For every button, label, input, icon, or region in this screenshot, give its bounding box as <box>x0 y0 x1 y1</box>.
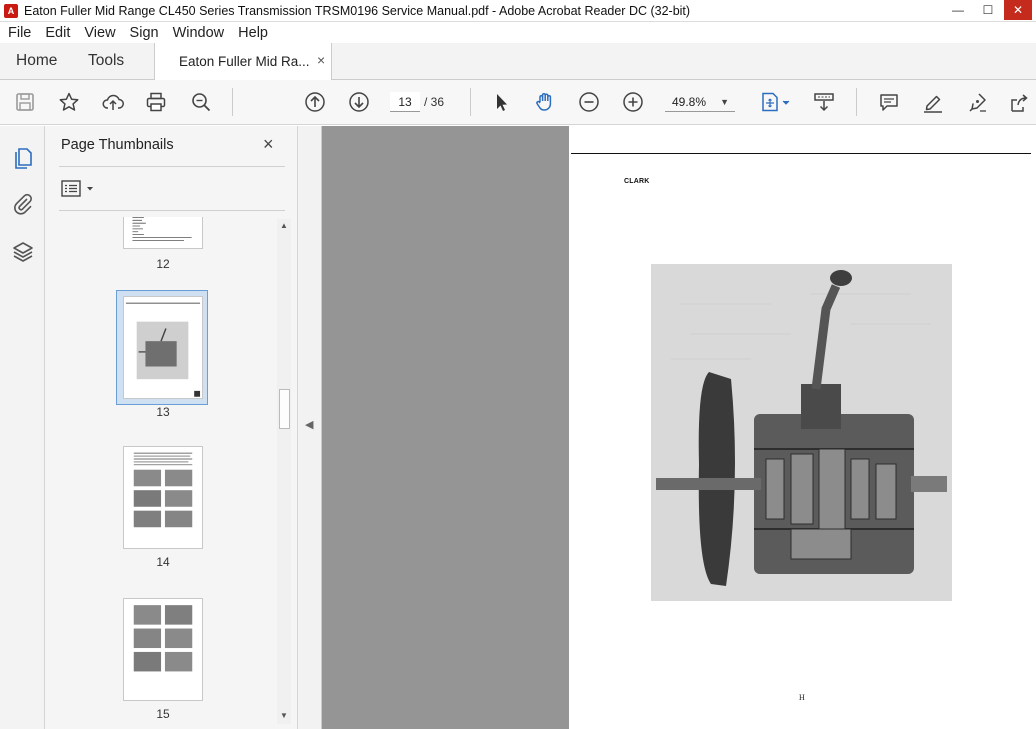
zoom-level-select[interactable]: 49.8% ▼ <box>665 92 735 112</box>
collapse-panel-arrow-icon[interactable]: ◀ <box>305 418 313 431</box>
zoom-level-value: 49.8% <box>672 95 707 109</box>
bookmark-star-icon[interactable] <box>57 90 81 114</box>
page-thumbnail-15[interactable] <box>123 598 203 701</box>
menu-sign[interactable]: Sign <box>130 25 159 41</box>
hand-tool-icon[interactable] <box>533 90 557 114</box>
page-number-input[interactable]: 13 <box>390 92 420 112</box>
menu-help[interactable]: Help <box>238 25 268 41</box>
page-total-label: / 36 <box>424 95 445 109</box>
page-thumbnails-panel: Page Thumbnails × 12 13 14 15 ▲ ▼ <box>45 126 298 729</box>
page-up-icon[interactable] <box>303 90 327 114</box>
menu-edit[interactable]: Edit <box>45 25 70 41</box>
panel-splitter[interactable]: ◀ <box>298 126 322 729</box>
zoom-in-icon[interactable] <box>621 90 645 114</box>
pdf-page-13: CLARK H <box>569 126 1036 729</box>
page-thumbnails-icon[interactable] <box>11 146 35 170</box>
tab-document-label: Eaton Fuller Mid Ra... <box>179 54 310 69</box>
page-thumbnail-14[interactable] <box>123 446 203 549</box>
tab-close-button[interactable]: × <box>317 52 325 68</box>
toolbar-divider <box>856 88 857 116</box>
chevron-down-icon: ▼ <box>720 97 729 107</box>
save-icon[interactable] <box>13 90 37 114</box>
acrobat-app-icon: A <box>4 3 18 18</box>
scroll-down-arrow-icon[interactable]: ▼ <box>277 711 291 723</box>
upload-cloud-icon[interactable] <box>101 90 125 114</box>
navigation-rail <box>0 126 45 729</box>
scroll-mode-icon[interactable] <box>812 90 836 114</box>
tab-home[interactable]: Home <box>16 52 57 70</box>
scroll-up-arrow-icon[interactable]: ▲ <box>277 221 291 233</box>
main-toolbar: 13 / 36 49.8% ▼ <box>0 80 1036 125</box>
scrollbar-thumb[interactable] <box>279 389 290 429</box>
document-view[interactable]: CLARK H <box>322 126 1036 729</box>
comment-icon[interactable] <box>877 90 901 114</box>
thumbnail-list: 12 13 14 15 <box>45 217 277 729</box>
minimize-button[interactable]: — <box>944 0 972 20</box>
tab-tools[interactable]: Tools <box>88 52 124 70</box>
zoom-search-icon[interactable] <box>189 90 213 114</box>
page-footer-mark: H <box>799 693 805 702</box>
thumbnail-label-12: 12 <box>156 257 170 271</box>
brand-label: CLARK <box>624 178 650 185</box>
thumbnail-label-13: 13 <box>156 405 170 419</box>
print-icon[interactable] <box>144 90 168 114</box>
page-thumbnail-13[interactable] <box>123 296 203 399</box>
menu-file[interactable]: File <box>8 25 31 41</box>
thumbnail-options-button[interactable] <box>61 179 101 199</box>
thumbnail-label-14: 14 <box>156 555 170 569</box>
share-icon[interactable] <box>1007 90 1031 114</box>
menu-window[interactable]: Window <box>173 25 225 41</box>
attachments-paperclip-icon[interactable] <box>11 192 35 216</box>
transmission-cutaway-photo <box>651 264 952 601</box>
sign-pen-icon[interactable] <box>965 90 989 114</box>
toolbar-divider <box>470 88 471 116</box>
menu-view[interactable]: View <box>84 25 115 41</box>
title-bar: A Eaton Fuller Mid Range CL450 Series Tr… <box>0 0 1036 22</box>
toolbar-divider <box>232 88 233 116</box>
highlight-pen-icon[interactable] <box>921 90 945 114</box>
page-thumbnail-12[interactable] <box>123 217 203 249</box>
thumbnail-label-15: 15 <box>156 707 170 721</box>
menu-bar: File Edit View Sign Window Help <box>0 22 1036 43</box>
tab-bar: Home Tools Eaton Fuller Mid Ra... × <box>0 43 1036 80</box>
select-cursor-icon[interactable] <box>489 90 513 114</box>
close-window-button[interactable]: ✕ <box>1004 0 1032 20</box>
zoom-out-icon[interactable] <box>577 90 601 114</box>
panel-close-button[interactable]: × <box>263 134 274 155</box>
tab-document[interactable]: Eaton Fuller Mid Ra... × <box>154 43 332 80</box>
panel-title: Page Thumbnails <box>61 137 174 153</box>
page-down-icon[interactable] <box>347 90 371 114</box>
maximize-button[interactable]: ☐ <box>974 0 1002 20</box>
panel-divider <box>59 166 285 167</box>
panel-divider <box>59 210 285 211</box>
layers-icon[interactable] <box>11 240 35 264</box>
window-title: Eaton Fuller Mid Range CL450 Series Tran… <box>24 3 691 18</box>
page-header-rule <box>571 153 1031 154</box>
fit-page-icon[interactable] <box>757 90 793 114</box>
thumbnail-scrollbar[interactable]: ▲ ▼ <box>277 219 291 724</box>
